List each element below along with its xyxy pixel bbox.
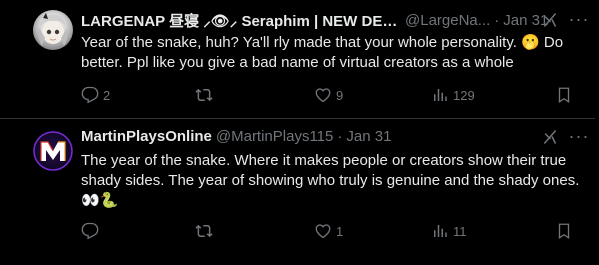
bookmark-icon bbox=[558, 223, 570, 240]
views-button[interactable]: 11 bbox=[431, 221, 467, 241]
avatar[interactable] bbox=[33, 131, 73, 171]
tweet-header: MartinPlaysOnline @MartinPlays115 · Jan … bbox=[81, 126, 583, 146]
like-icon bbox=[315, 224, 331, 239]
timeline: LARGENAP 昼寝 ⸝👁⸝ Seraphim | NEW DEB... @L… bbox=[0, 0, 599, 265]
tweet-text: The year of the snake. Where it makes pe… bbox=[81, 152, 584, 209]
retweet-icon bbox=[195, 88, 213, 102]
like-count: 1 bbox=[336, 223, 344, 239]
views-button[interactable]: 129 bbox=[431, 85, 475, 105]
like-icon bbox=[315, 88, 331, 103]
reply-icon bbox=[81, 222, 99, 240]
user-handle[interactable]: @LargeNa... bbox=[405, 12, 490, 29]
view-count: 11 bbox=[453, 223, 467, 239]
reply-count: 2 bbox=[103, 87, 111, 103]
retweet-button[interactable] bbox=[195, 221, 217, 241]
reply-button[interactable]: 2 bbox=[81, 85, 110, 105]
m-logo bbox=[33, 131, 73, 171]
bookmark-button[interactable] bbox=[555, 85, 573, 105]
reply-button[interactable] bbox=[81, 221, 103, 241]
tweet[interactable]: MartinPlaysOnline @MartinPlays115 · Jan … bbox=[0, 119, 599, 265]
views-icon bbox=[434, 89, 447, 101]
separator-dot: · bbox=[337, 127, 343, 145]
tweet-actions: 2 9 129 bbox=[81, 85, 570, 105]
like-count: 9 bbox=[336, 87, 344, 103]
reply-icon bbox=[81, 86, 99, 104]
like-button[interactable]: 9 bbox=[314, 85, 343, 105]
retweet-button[interactable] bbox=[195, 85, 217, 105]
bookmark-icon bbox=[558, 87, 570, 104]
more-options-icon[interactable]: ··· bbox=[569, 126, 589, 146]
grok-icon[interactable] bbox=[541, 11, 559, 29]
avatar[interactable] bbox=[33, 10, 73, 50]
like-button[interactable]: 1 bbox=[314, 221, 343, 241]
display-name[interactable]: LARGENAP 昼寝 ⸝👁⸝ Seraphim | NEW DEB... bbox=[81, 10, 401, 31]
separator-dot: · bbox=[494, 11, 500, 29]
more-options-icon[interactable]: ··· bbox=[569, 9, 589, 29]
scrollbar[interactable] bbox=[595, 0, 599, 265]
retweet-icon bbox=[195, 224, 213, 238]
grok-icon[interactable] bbox=[541, 128, 559, 146]
tweet-header: LARGENAP 昼寝 ⸝👁⸝ Seraphim | NEW DEB... @L… bbox=[81, 10, 583, 30]
view-count: 129 bbox=[453, 87, 475, 103]
display-name[interactable]: MartinPlaysOnline bbox=[81, 128, 212, 145]
bookmark-button[interactable] bbox=[555, 221, 573, 241]
timestamp[interactable]: Jan 31 bbox=[346, 128, 391, 145]
tweet-text: Year of the snake, huh? Ya'll rly made t… bbox=[81, 34, 568, 71]
views-icon bbox=[434, 225, 447, 237]
tweet-actions: 1 11 bbox=[81, 221, 570, 241]
tweet[interactable]: LARGENAP 昼寝 ⸝👁⸝ Seraphim | NEW DEB... @L… bbox=[0, 0, 599, 119]
user-handle[interactable]: @MartinPlays115 bbox=[216, 128, 334, 145]
